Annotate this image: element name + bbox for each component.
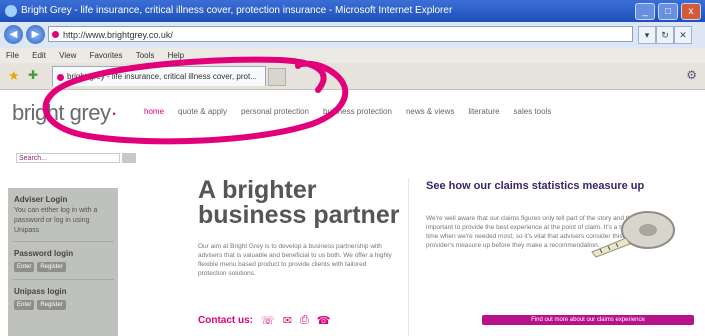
browser-tab[interactable]: bright grey - life insurance, critical i… (52, 66, 266, 86)
hero-body: Our aim at Bright Grey is to develop a b… (198, 243, 392, 277)
window-titlebar: Bright Grey - life insurance, critical i… (0, 0, 705, 22)
tools-gear-icon[interactable]: ⚙ (686, 68, 697, 82)
hero-panel: A brighter business partner Our aim at B… (168, 178, 409, 336)
unipass-login-heading: Unipass login (14, 287, 67, 296)
password-login-buttons: Enter Register (8, 260, 118, 274)
chat-icon[interactable]: ☎ (317, 314, 331, 327)
email-icon[interactable]: ✉ (283, 314, 292, 327)
search-input[interactable]: Search... (16, 153, 120, 163)
menu-view[interactable]: View (59, 51, 76, 60)
tab-bar: ★ ✚ bright grey - life insurance, critic… (0, 63, 705, 90)
add-favorite-icon[interactable]: ✚ (28, 68, 38, 82)
logo-text: bright grey (12, 100, 111, 125)
claims-experience-button[interactable]: Find out more about our claims experienc… (482, 315, 694, 325)
ie-logo-icon (5, 5, 17, 17)
hero-heading-line2: business partner (198, 201, 400, 229)
nav-business-protection[interactable]: business protection (323, 107, 392, 116)
search-button[interactable] (122, 153, 136, 163)
tape-measure-icon (591, 211, 675, 258)
window-controls: _ □ x (635, 3, 701, 20)
refresh-icon[interactable]: ↻ (656, 26, 674, 44)
password-login-heading: Password login (14, 249, 74, 258)
unipass-register-button[interactable]: Register (37, 300, 66, 310)
minimize-button[interactable]: _ (635, 3, 655, 20)
adviser-login-heading: Adviser Login (14, 195, 68, 204)
web-page: bright grey· home quote & apply personal… (0, 90, 705, 336)
nav-news-views[interactable]: news & views (406, 107, 454, 116)
site-favicon-icon (52, 31, 59, 38)
claims-panel: See how our claims statistics measure up… (426, 180, 696, 336)
divider (12, 241, 114, 242)
nav-quote-apply[interactable]: quote & apply (178, 107, 227, 116)
contact-label: Contact us: (198, 315, 253, 326)
close-button[interactable]: x (681, 3, 701, 20)
menu-bar: File Edit View Favorites Tools Help (0, 48, 705, 63)
address-dropdown-icon[interactable]: ▾ (638, 26, 656, 44)
hero-heading: A brighter business partner (198, 178, 399, 228)
new-tab-button[interactable] (268, 68, 286, 86)
unipass-login-buttons: Enter Register (8, 298, 118, 312)
divider (12, 279, 114, 280)
menu-tools[interactable]: Tools (136, 51, 155, 60)
back-button[interactable]: ◀ (4, 25, 23, 44)
stop-icon[interactable]: ✕ (674, 26, 692, 44)
password-enter-button[interactable]: Enter (14, 262, 35, 272)
printer-icon[interactable]: ⎙ (300, 314, 309, 327)
menu-file[interactable]: File (6, 51, 19, 60)
hero-heading-line1: A brighter (198, 176, 317, 204)
address-text: http://www.brightgrey.co.uk/ (63, 30, 173, 40)
nav-personal-protection[interactable]: personal protection (241, 107, 309, 116)
favorites-star-icon[interactable]: ★ (8, 68, 20, 84)
address-field[interactable]: http://www.brightgrey.co.uk/ (48, 26, 633, 42)
menu-help[interactable]: Help (168, 51, 184, 60)
maximize-button[interactable]: □ (658, 3, 678, 20)
site-logo[interactable]: bright grey· (12, 100, 118, 126)
nav-home[interactable]: home (144, 107, 164, 116)
contact-row: Contact us: ☏ ✉ ⎙ ☎ (198, 314, 331, 327)
menu-edit[interactable]: Edit (32, 51, 46, 60)
unipass-enter-button[interactable]: Enter (14, 300, 35, 310)
nav-sales-tools[interactable]: sales tools (514, 107, 552, 116)
adviser-login-panel: Adviser Login You can either log in with… (8, 188, 118, 336)
tab-favicon-icon (57, 74, 64, 81)
window-title: Bright Grey - life insurance, critical i… (21, 5, 453, 16)
phone-icon[interactable]: ☏ (261, 314, 275, 327)
logo-mark: · (110, 100, 118, 125)
menu-favorites[interactable]: Favorites (90, 51, 123, 60)
forward-button[interactable]: ▶ (26, 25, 45, 44)
address-bar: ◀ ▶ http://www.brightgrey.co.uk/ ▾ ↻ ✕ (0, 22, 705, 49)
nav-literature[interactable]: literature (468, 107, 499, 116)
claims-heading: See how our claims statistics measure up (426, 180, 645, 192)
adviser-login-text: You can either log in with a password or… (14, 207, 98, 234)
password-register-button[interactable]: Register (37, 262, 66, 272)
site-nav: home quote & apply personal protection b… (144, 107, 565, 116)
tab-title: bright grey - life insurance, critical i… (67, 72, 257, 81)
